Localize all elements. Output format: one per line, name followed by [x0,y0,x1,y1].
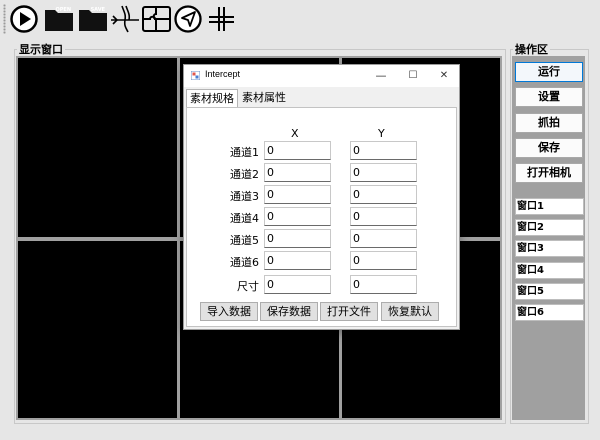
channel2-y-input[interactable]: 0 [350,163,417,182]
channel6-y-input[interactable]: 0 [350,251,417,270]
column-x-header: X [291,127,299,140]
display-title: 显示窗口 [17,43,65,56]
operations-area [512,56,585,420]
puzzle-icon[interactable] [141,4,172,33]
window-label-4[interactable]: 窗口4 [515,262,584,279]
row-label-channel6: 通道6 [230,256,259,269]
window-label-5[interactable]: 窗口5 [515,283,584,300]
close-button[interactable]: ✕ [431,67,457,85]
save-folder-icon[interactable]: SAVE [77,4,109,33]
operations-title: 操作区 [513,43,550,56]
minimize-button[interactable]: — [368,67,394,85]
channel4-x-input[interactable]: 0 [264,207,331,226]
channel4-y-input[interactable]: 0 [350,207,417,226]
tab-material-props[interactable]: 素材属性 [239,89,289,106]
play-icon[interactable] [9,4,39,33]
column-y-header: Y [378,127,385,140]
open-file-button[interactable]: 打开文件 [320,302,378,321]
dialog-titlebar[interactable]: Intercept — ☐ ✕ [184,65,459,87]
toolbar-grip[interactable] [3,4,6,34]
window-label-3[interactable]: 窗口3 [515,240,584,257]
tab-page: X Y 通道1 0 0 通道2 0 0 通道3 0 0 通道4 0 0 通道5 … [186,107,457,327]
tab-material-spec[interactable]: 素材规格 [186,89,238,108]
crosshair-grid-icon[interactable] [206,4,237,33]
open-label: OPEN [55,7,71,13]
capture-button[interactable]: 抓拍 [515,113,583,133]
row-label-channel4: 通道4 [230,212,259,225]
video-cell-1[interactable] [18,58,177,237]
restore-default-button[interactable]: 恢复默认 [381,302,439,321]
open-folder-icon[interactable]: OPEN [43,4,75,33]
lane-split-icon[interactable] [108,4,142,33]
channel1-x-input[interactable]: 0 [264,141,331,160]
save-button[interactable]: 保存 [515,138,583,158]
settings-button[interactable]: 设置 [515,87,583,107]
channel5-y-input[interactable]: 0 [350,229,417,248]
row-label-channel2: 通道2 [230,168,259,181]
size-y-input[interactable]: 0 [350,275,417,294]
import-data-button[interactable]: 导入数据 [200,302,258,321]
window-label-1[interactable]: 窗口1 [515,198,584,215]
save-data-button[interactable]: 保存数据 [260,302,318,321]
dialog-title: Intercept [205,69,241,79]
save-label: SAVE [90,7,105,13]
window-label-2[interactable]: 窗口2 [515,219,584,236]
row-label-channel3: 通道3 [230,190,259,203]
channel6-x-input[interactable]: 0 [264,251,331,270]
open-camera-button[interactable]: 打开相机 [515,163,583,183]
channel3-x-input[interactable]: 0 [264,185,331,204]
video-cell-4[interactable] [18,241,177,418]
channel3-y-input[interactable]: 0 [350,185,417,204]
row-label-channel1: 通道1 [230,146,259,159]
navigation-arrow-icon[interactable] [173,4,204,33]
row-label-channel5: 通道5 [230,234,259,247]
window-label-6[interactable]: 窗口6 [515,304,584,321]
intercept-dialog: Intercept — ☐ ✕ 素材规格 素材属性 X Y 通道1 0 0 通道… [183,64,460,330]
channel2-x-input[interactable]: 0 [264,163,331,182]
size-x-input[interactable]: 0 [264,275,331,294]
toolbar: OPEN SAVE [0,0,600,38]
run-button[interactable]: 运行 [515,62,583,82]
channel5-x-input[interactable]: 0 [264,229,331,248]
maximize-button[interactable]: ☐ [400,67,426,85]
row-label-size: 尺寸 [237,280,259,293]
app-icon [191,71,200,80]
channel1-y-input[interactable]: 0 [350,141,417,160]
